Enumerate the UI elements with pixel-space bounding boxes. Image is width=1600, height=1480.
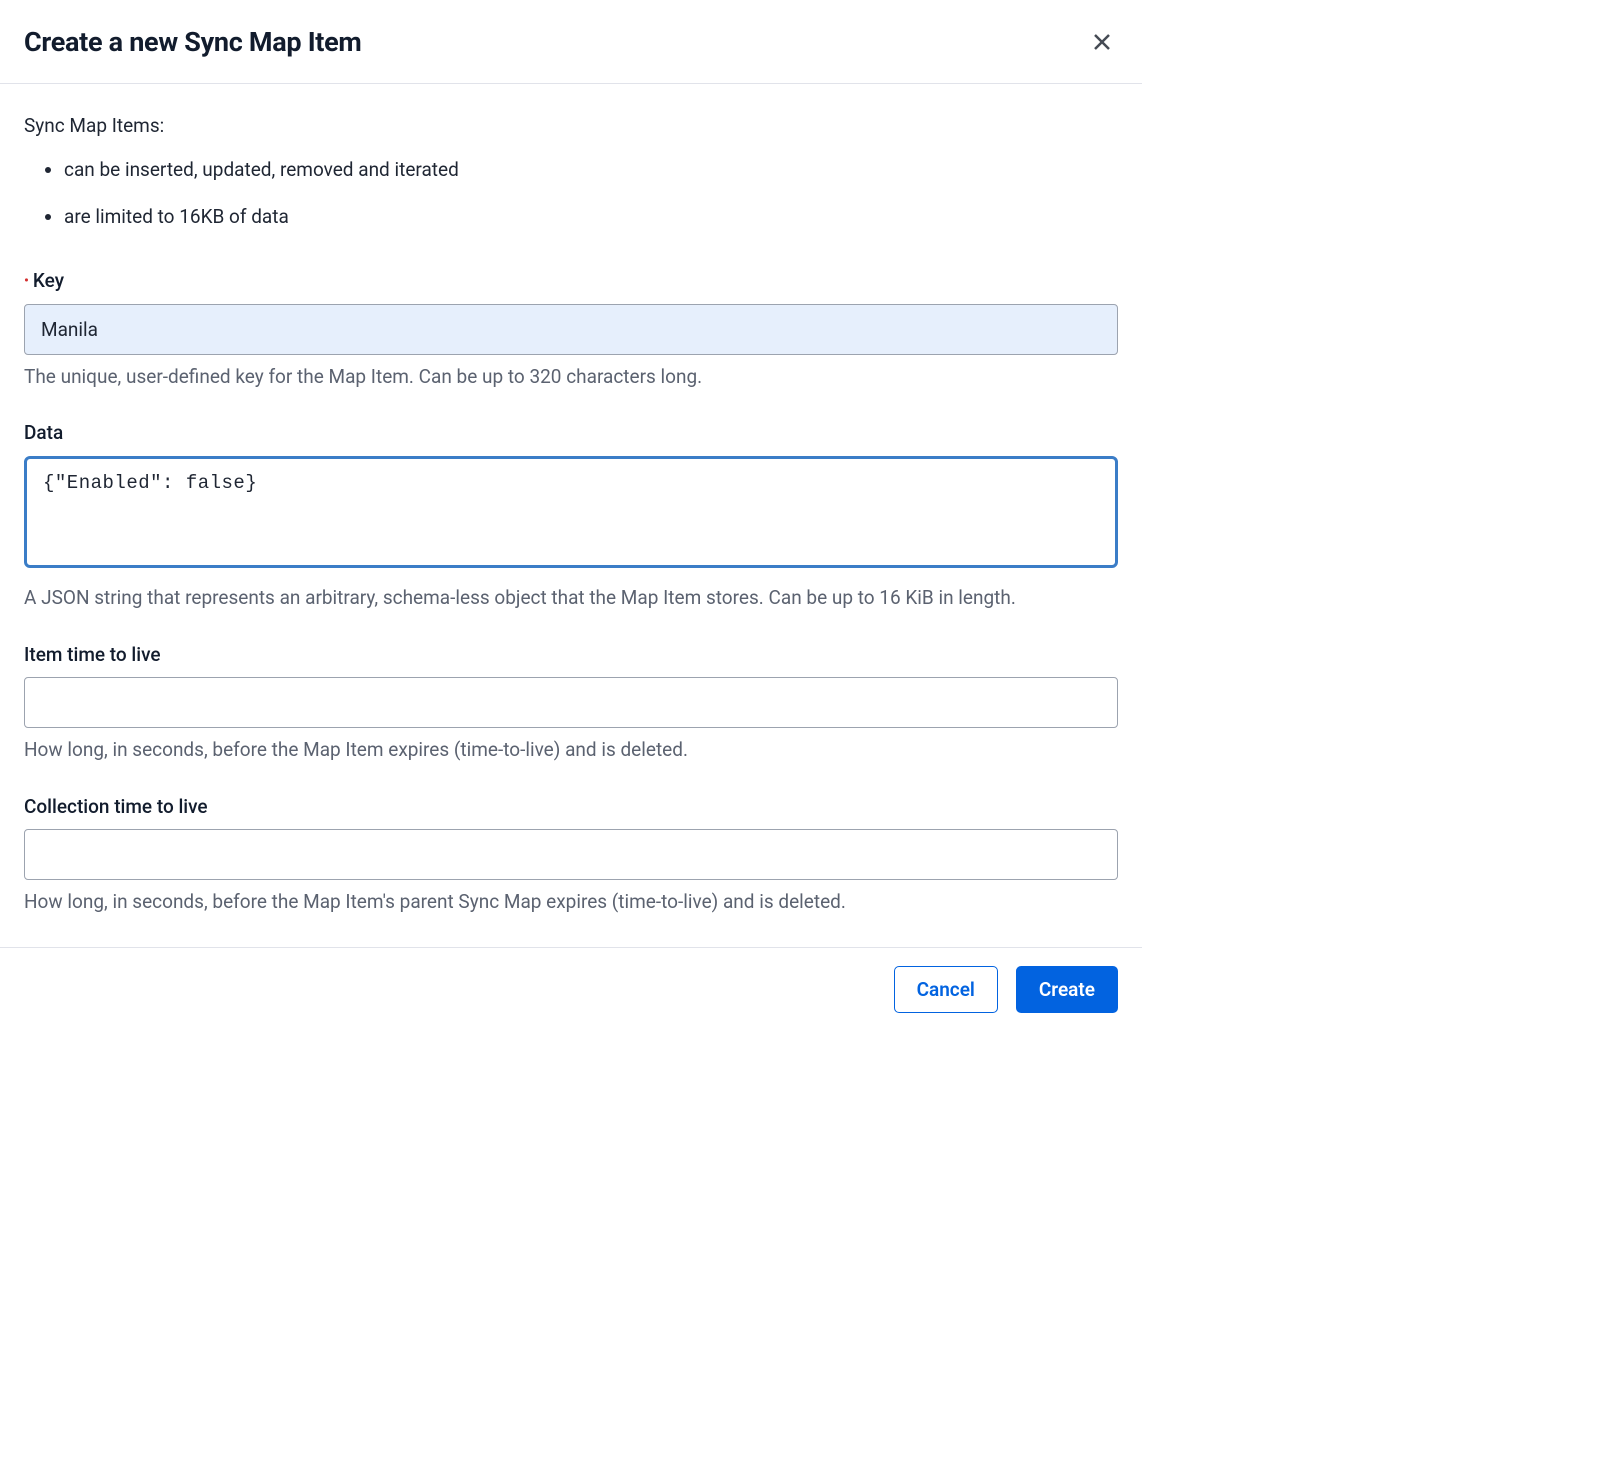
intro-text: Sync Map Items: [24, 112, 1118, 141]
item-ttl-input[interactable] [24, 677, 1118, 728]
intro-bullets: can be inserted, updated, removed and it… [24, 156, 1118, 231]
close-button[interactable] [1086, 26, 1118, 58]
data-label: Data [24, 419, 1118, 448]
modal-header: Create a new Sync Map Item [0, 0, 1142, 84]
create-sync-map-item-modal: Create a new Sync Map Item Sync Map Item… [0, 0, 1142, 1039]
key-label: •Key [24, 267, 1118, 296]
required-indicator: • [24, 273, 29, 289]
modal-footer: Cancel Create [0, 947, 1142, 1039]
field-key: •Key The unique, user-defined key for th… [24, 267, 1118, 391]
cancel-button[interactable]: Cancel [894, 966, 998, 1013]
field-collection-ttl: Collection time to live How long, in sec… [24, 793, 1118, 917]
key-input[interactable] [24, 304, 1118, 355]
collection-ttl-help: How long, in seconds, before the Map Ite… [24, 888, 1118, 917]
create-button[interactable]: Create [1016, 966, 1118, 1013]
collection-ttl-input[interactable] [24, 829, 1118, 880]
item-ttl-label: Item time to live [24, 641, 1118, 670]
bullet-item: can be inserted, updated, removed and it… [64, 156, 1118, 185]
bullet-item: are limited to 16KB of data [64, 203, 1118, 232]
field-data: Data A JSON string that represents an ar… [24, 419, 1118, 613]
item-ttl-help: How long, in seconds, before the Map Ite… [24, 736, 1118, 765]
collection-ttl-label: Collection time to live [24, 793, 1118, 822]
close-icon [1090, 30, 1114, 54]
key-help: The unique, user-defined key for the Map… [24, 363, 1118, 392]
modal-title: Create a new Sync Map Item [24, 22, 362, 63]
data-textarea[interactable] [24, 456, 1118, 568]
modal-body: Sync Map Items: can be inserted, updated… [0, 84, 1142, 947]
data-help: A JSON string that represents an arbitra… [24, 584, 1118, 613]
field-item-ttl: Item time to live How long, in seconds, … [24, 641, 1118, 765]
